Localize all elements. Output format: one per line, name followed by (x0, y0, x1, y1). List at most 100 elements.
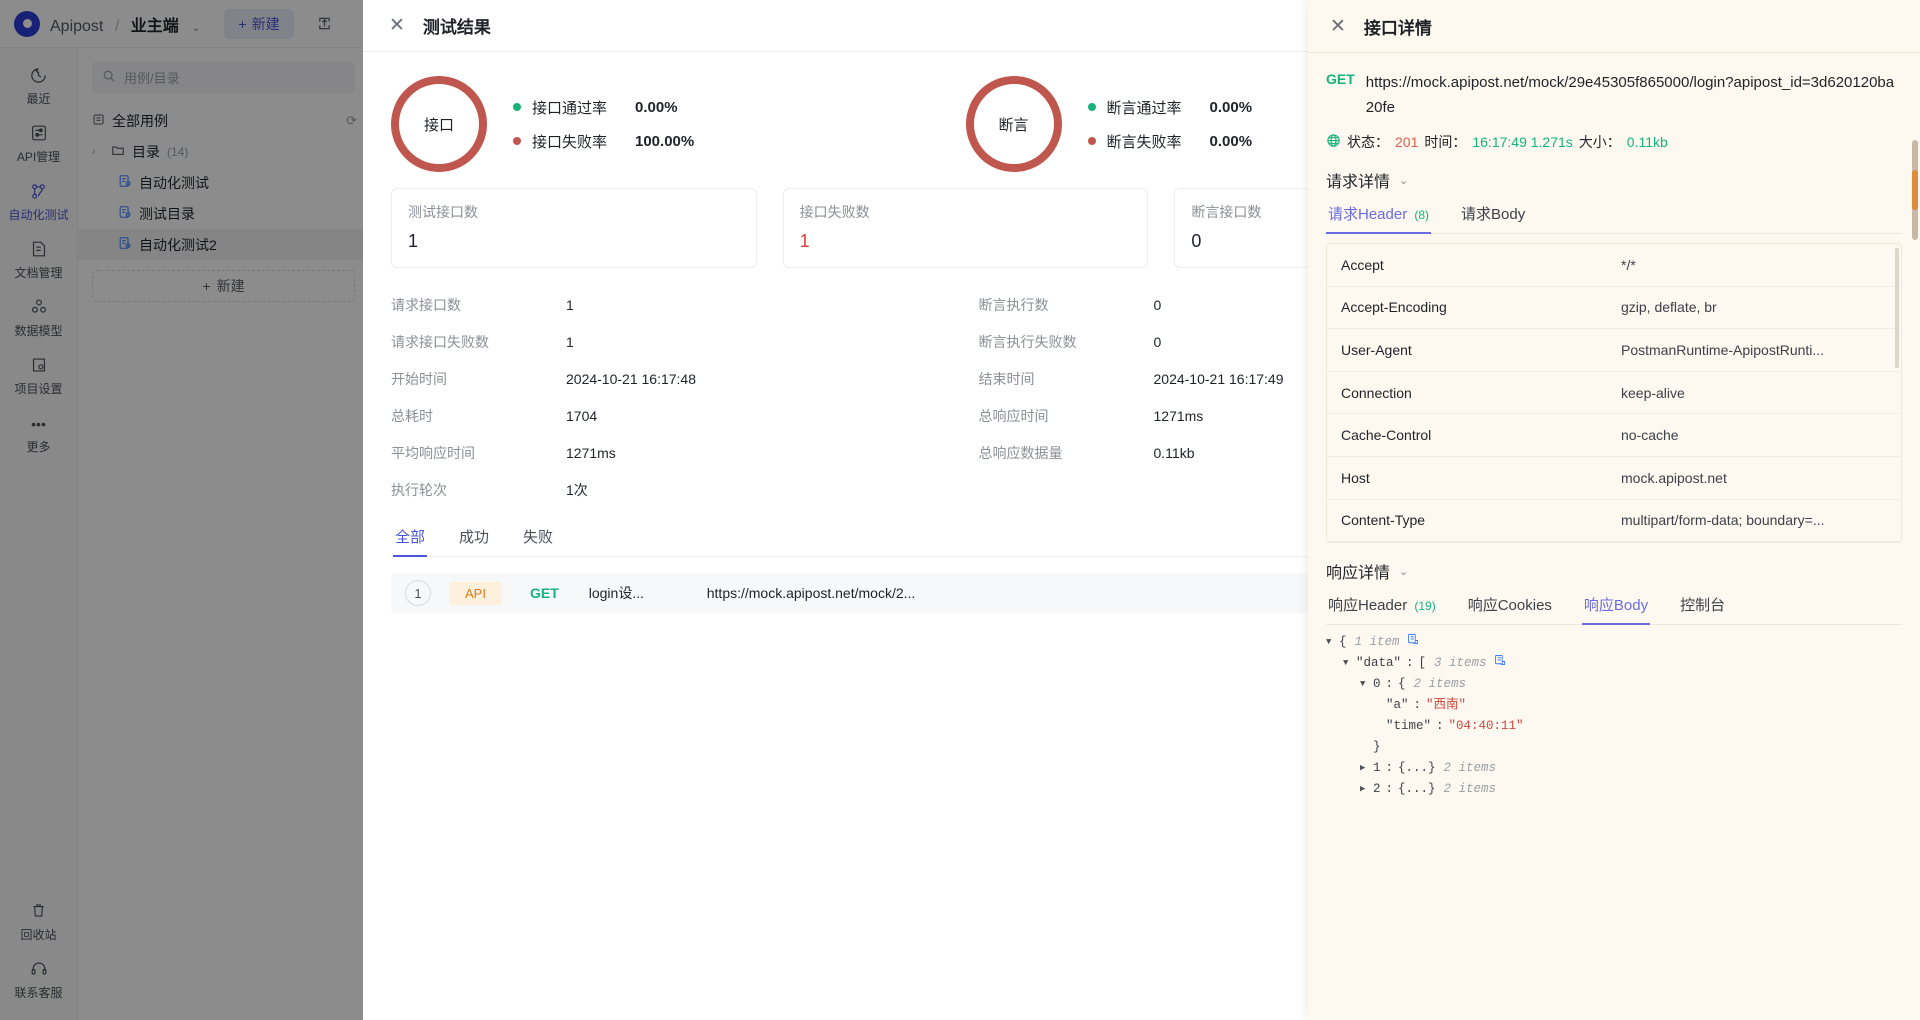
donut-assertion-label: 断言 (998, 116, 1029, 134)
kpi-value: 1 (799, 231, 810, 251)
request-detail-section[interactable]: 请求详情 ⌄ (1326, 152, 1902, 192)
tab-request-body[interactable]: 请求Body (1459, 203, 1527, 233)
json-line: "time" : "04:40:11" (1326, 716, 1902, 737)
json-colon: : (1436, 719, 1444, 733)
donut-interface-chart: 接口 (391, 76, 487, 172)
stat-row: 请求接口失败数 1 (391, 323, 953, 360)
copy-icon[interactable] (1407, 632, 1419, 653)
legend-value-fail: 0.00% (1209, 132, 1253, 150)
panel-scrollbar-thumb[interactable] (1912, 170, 1918, 210)
json-toggle-icon[interactable]: ▼ (1360, 674, 1373, 695)
header-value: multipart/form-data; boundary=... (1621, 512, 1825, 529)
table-row: Content-Type multipart/form-data; bounda… (1327, 500, 1901, 542)
stat-value: 1次 (566, 481, 588, 498)
json-line: } (1326, 737, 1902, 758)
tab-success[interactable]: 成功 (457, 526, 491, 556)
json-key: 0 (1373, 677, 1381, 691)
legend-value-pass: 0.00% (635, 98, 678, 116)
request-tabs: 请求Header (8) 请求Body (1326, 203, 1902, 234)
header-value: mock.apipost.net (1621, 469, 1727, 486)
stat-key: 请求接口数 (391, 296, 461, 313)
stat-key: 结束时间 (978, 370, 1035, 387)
header-value: */* (1621, 256, 1636, 273)
stat-value: 1271ms (566, 444, 616, 461)
tab-request-header[interactable]: 请求Header (8) (1326, 203, 1432, 234)
stat-row: 平均响应时间 1271ms (391, 434, 953, 471)
api-detail-body: GET https://mock.apipost.net/mock/29e453… (1308, 53, 1920, 1020)
header-key: Host (1341, 469, 1370, 486)
json-string-value: "西南" (1426, 698, 1467, 712)
legend-item: 接口通过率 0.00% (513, 90, 694, 124)
page-title: 测试结果 (422, 18, 491, 37)
table-row: Connection keep-alive (1327, 372, 1901, 415)
donut-assertion-chart: 断言 (965, 76, 1062, 172)
stat-row: 请求接口数 1 (391, 286, 953, 323)
tab-request-header-count: (8) (1414, 208, 1430, 222)
json-item-count: 3 items (1434, 656, 1487, 670)
close-icon[interactable]: ✕ (1330, 17, 1346, 36)
header-value: no-cache (1621, 427, 1679, 444)
stat-row: 开始时间 2024-10-21 16:17:48 (391, 360, 953, 397)
json-brace: {...} (1398, 761, 1436, 775)
status-badge: API (449, 581, 502, 605)
json-colon: : (1413, 698, 1422, 712)
row-index: 1 (405, 580, 431, 606)
stat-value: 1704 (566, 407, 598, 424)
table-row: Accept */* (1327, 244, 1901, 287)
json-brace: { (1398, 677, 1406, 691)
tab-all[interactable]: 全部 (393, 526, 428, 557)
stat-value: 0 (1153, 296, 1162, 313)
json-toggle-icon[interactable]: ▶ (1360, 779, 1373, 800)
json-line[interactable]: ▶ 1 : {...} 2 items (1326, 758, 1902, 779)
table-row: Host mock.apipost.net (1327, 457, 1901, 500)
header-value: PostmanRuntime-ApipostRunti... (1621, 341, 1825, 358)
kpi-title: 测试接口数 (408, 204, 478, 220)
legend-value-fail: 100.00% (635, 132, 695, 150)
chevron-down-icon[interactable]: ⌄ (1399, 565, 1408, 578)
request-header-table: Accept */* Accept-Encoding gzip, deflate… (1326, 243, 1902, 543)
size-label: 大小： (1578, 134, 1621, 150)
header-table-scrollbar[interactable] (1895, 248, 1899, 368)
json-key: "a" (1386, 698, 1409, 712)
json-line[interactable]: ▼ { 1 item (1326, 632, 1902, 653)
json-brace: [ (1418, 656, 1427, 670)
copy-icon[interactable] (1494, 653, 1506, 674)
stat-key: 总耗时 (391, 407, 433, 424)
legend-dot-pass (1087, 103, 1096, 111)
json-line[interactable]: ▶ 2 : {...} 2 items (1326, 779, 1902, 800)
json-toggle-icon[interactable]: ▼ (1326, 632, 1339, 653)
legend-item: 断言失败率 0.00% (1087, 124, 1253, 158)
request-detail-label: 请求详情 (1326, 174, 1391, 191)
chevron-down-icon[interactable]: ⌄ (1399, 174, 1408, 187)
json-key: 1 (1373, 761, 1381, 775)
json-line[interactable]: ▼ 0 : { 2 items (1326, 674, 1902, 695)
json-line[interactable]: ▼ "data" : [ 3 items (1326, 653, 1902, 674)
json-brace: { (1339, 635, 1347, 649)
header-key: Content-Type (1341, 512, 1426, 529)
stat-row: 总耗时 1704 (391, 397, 953, 434)
legend-value-pass: 0.00% (1209, 98, 1253, 116)
tab-request-body-label: 请求Body (1461, 206, 1526, 223)
json-toggle-icon[interactable]: ▶ (1360, 758, 1373, 779)
table-row: Accept-Encoding gzip, deflate, br (1327, 287, 1901, 330)
donut-interface: 接口 接口通过率 0.00% 接口失败率 100.00% (391, 76, 966, 172)
tab-response-cookies[interactable]: 响应Cookies (1466, 594, 1554, 624)
request-url: https://mock.apipost.net/mock/29e45305f8… (1365, 74, 1895, 116)
json-key: 2 (1373, 782, 1381, 796)
tab-console[interactable]: 控制台 (1678, 594, 1727, 624)
header-key: User-Agent (1341, 341, 1412, 358)
stat-value: 1 (566, 333, 574, 350)
close-icon[interactable]: ✕ (389, 16, 405, 35)
stat-value: 0.11kb (1153, 444, 1195, 461)
header-value: keep-alive (1621, 384, 1685, 401)
response-detail-section[interactable]: 响应详情 ⌄ (1326, 543, 1902, 583)
request-method: GET (1326, 71, 1355, 87)
json-toggle-icon[interactable]: ▼ (1343, 653, 1356, 674)
header-key: Cache-Control (1341, 427, 1432, 444)
tab-failed[interactable]: 失败 (521, 526, 555, 556)
tab-response-body[interactable]: 响应Body (1581, 594, 1651, 625)
json-item-count: 2 items (1443, 782, 1497, 796)
json-key: "data" (1356, 656, 1402, 670)
tab-response-header[interactable]: 响应Header (19) (1326, 594, 1438, 624)
json-colon: : (1406, 656, 1414, 670)
